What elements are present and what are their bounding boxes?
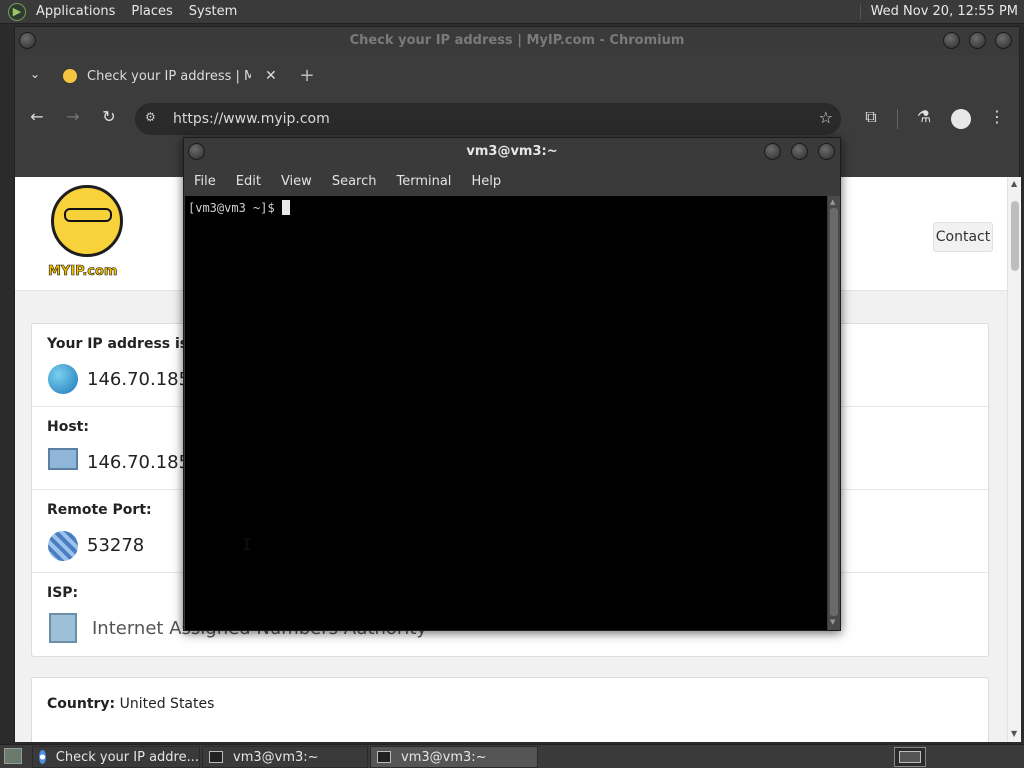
host-value: 146.70.185. [87, 452, 196, 473]
workspace-switcher-icon[interactable] [894, 747, 926, 767]
terminal-window: vm3@vm3:~ File Edit View Search Terminal… [183, 137, 841, 631]
terminal-window-menu-button[interactable] [188, 143, 205, 160]
terminal-maximize-button[interactable] [791, 143, 808, 160]
cable-icon [48, 531, 78, 561]
taskbar-item-terminal-2[interactable]: vm3@vm3:~ [370, 746, 538, 768]
myip-mascot-logo-icon[interactable] [51, 185, 123, 257]
labs-flask-icon[interactable]: ⚗ [914, 107, 934, 126]
tab-bar: ⌄ Check your IP address | MyIP ✕ + [15, 59, 1019, 93]
remote-port-label: Remote Port: [47, 502, 152, 518]
minimize-button[interactable] [943, 32, 960, 49]
address-bar[interactable]: ⚙ https://www.myip.com ☆ [135, 103, 841, 135]
new-tab-icon[interactable]: + [297, 65, 317, 86]
country-value: United States [119, 696, 215, 712]
terminal-menu-help[interactable]: Help [461, 174, 511, 189]
tab-close-icon[interactable]: ✕ [265, 68, 277, 84]
page-scrollbar[interactable]: ▲ ▼ [1007, 177, 1021, 742]
terminal-prompt: [vm3@vm3 ~]$ [188, 201, 282, 215]
bottom-panel: Check your IP addre... vm3@vm3:~ vm3@vm3… [0, 744, 1024, 768]
back-icon[interactable]: ← [27, 107, 47, 126]
tab-search-chevron-icon[interactable]: ⌄ [25, 67, 45, 81]
isp-label: ISP: [47, 585, 79, 601]
terminal-menu-edit[interactable]: Edit [226, 174, 271, 189]
toolbar-divider [897, 109, 898, 129]
building-icon [49, 613, 77, 643]
taskbar-item-label: Check your IP addre... [55, 749, 199, 765]
terminal-minimize-button[interactable] [764, 143, 781, 160]
terminal-scrollbar[interactable]: ▲ ▼ [828, 196, 840, 630]
scroll-down-arrow-icon[interactable]: ▼ [1011, 729, 1017, 738]
terminal-close-button[interactable] [818, 143, 835, 160]
bookmark-star-icon[interactable]: ☆ [819, 108, 833, 127]
menu-system[interactable]: System [181, 0, 245, 24]
taskbar-item-terminal-1[interactable]: vm3@vm3:~ [202, 746, 368, 768]
menu-applications[interactable]: Applications [28, 0, 123, 24]
clock[interactable]: Wed Nov 20, 12:55 PM [859, 4, 1024, 19]
tab-title: Check your IP address | MyIP [87, 68, 251, 84]
terminal-menu-terminal[interactable]: Terminal [386, 174, 461, 189]
chromium-icon [39, 750, 46, 764]
top-panel: ▶ Applications Places System Wed Nov 20,… [0, 0, 1024, 24]
taskbar-item-label: vm3@vm3:~ [233, 749, 319, 765]
text-cursor-icon: I [242, 535, 252, 554]
taskbar-item-chromium[interactable]: Check your IP addre... [32, 746, 200, 768]
workspace-thumbnail [899, 751, 921, 763]
maximize-button[interactable] [969, 32, 986, 49]
terminal-window-title: vm3@vm3:~ [466, 144, 558, 159]
site-logo-text[interactable]: MYIP.com [48, 264, 118, 280]
terminal-scroll-down-icon[interactable]: ▼ [830, 618, 835, 626]
taskbar-item-label: vm3@vm3:~ [401, 749, 487, 765]
computer-icon [48, 448, 78, 470]
ip-address-value: 146.70.185. [87, 369, 196, 390]
contact-button[interactable]: Contact [933, 222, 993, 252]
terminal-scrollbar-thumb[interactable] [830, 208, 838, 616]
myip-favicon-icon [63, 69, 77, 83]
terminal-menu-search[interactable]: Search [322, 174, 387, 189]
menu-places[interactable]: Places [123, 0, 180, 24]
distro-logo-icon[interactable]: ▶ [8, 2, 26, 21]
profile-avatar-icon[interactable] [951, 109, 971, 129]
terminal-icon [377, 751, 391, 763]
terminal-screen[interactable]: [vm3@vm3 ~]$ [185, 196, 827, 630]
address-url: https://www.myip.com [173, 111, 330, 127]
scroll-up-arrow-icon[interactable]: ▲ [1011, 179, 1017, 188]
browser-toolbar: ← → ↻ ⚙ https://www.myip.com ☆ ⧉ ⚗ ⋮ [15, 101, 1019, 137]
reload-icon[interactable]: ↻ [99, 107, 119, 126]
site-info-icon[interactable]: ⚙ [145, 110, 156, 124]
host-label: Host: [47, 419, 89, 435]
terminal-menu-file[interactable]: File [184, 174, 226, 189]
ip-address-label: Your IP address is: [47, 336, 194, 352]
close-window-button[interactable] [995, 32, 1012, 49]
terminal-menu-view[interactable]: View [271, 174, 322, 189]
country-row: Country: United States [47, 696, 214, 712]
extensions-icon[interactable]: ⧉ [861, 107, 881, 127]
glasses-icon [64, 208, 112, 222]
scrollbar-thumb[interactable] [1011, 201, 1019, 271]
show-desktop-icon[interactable] [4, 748, 22, 764]
terminal-menubar: File Edit View Search Terminal Help [184, 168, 840, 194]
tab-myip[interactable]: Check your IP address | MyIP ✕ [51, 59, 289, 93]
country-card: Country: United States [31, 677, 989, 742]
forward-icon[interactable]: → [63, 107, 83, 126]
globe-icon [48, 364, 78, 394]
browser-menu-icon[interactable]: ⋮ [987, 107, 1007, 126]
country-label: Country: [47, 696, 116, 712]
terminal-scroll-up-icon[interactable]: ▲ [830, 198, 835, 206]
chromium-window-title: Check your IP address | MyIP.com - Chrom… [15, 27, 1019, 55]
terminal-icon [209, 751, 223, 763]
remote-port-value: 53278 [87, 535, 145, 556]
window-menu-button[interactable] [19, 32, 36, 49]
terminal-cursor [281, 200, 290, 215]
